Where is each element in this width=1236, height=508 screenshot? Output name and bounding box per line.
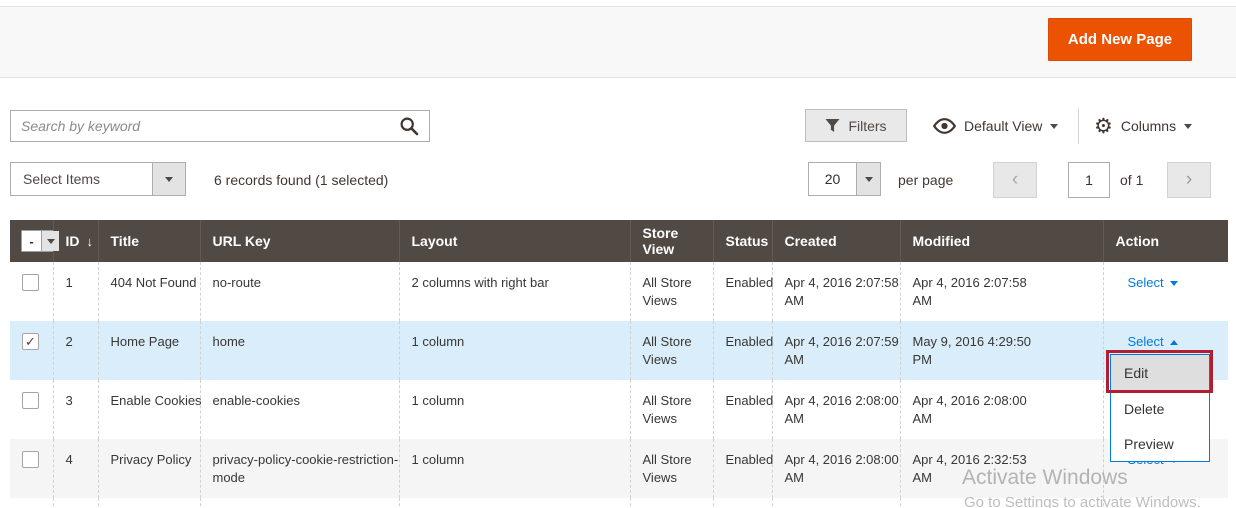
table-row-selected: 2 Home Page home 1 column All Store View… (10, 321, 1228, 380)
column-header-action[interactable]: Action (1103, 220, 1228, 262)
previous-page-button[interactable]: ‹ (993, 162, 1037, 198)
cell-title: Enable Cookies (98, 380, 200, 439)
cell-store-view: All Store Views (630, 380, 713, 439)
table-row: 3 Enable Cookies enable-cookies 1 column… (10, 380, 1228, 439)
cell-id: 2 (53, 321, 98, 380)
chevron-down-icon (865, 177, 873, 182)
cell-layout: 2 columns with right bar (399, 262, 630, 321)
cell-status: Enabled (713, 262, 772, 321)
activate-windows-watermark: Activate Windows (962, 466, 1128, 490)
column-header-modified[interactable]: Modified (900, 220, 1103, 262)
cell-id: 1 (53, 262, 98, 321)
search-icon (399, 116, 419, 136)
per-page-label: per page (898, 172, 953, 188)
cell-status: Enabled (713, 380, 772, 439)
row-checkbox[interactable] (22, 274, 39, 291)
column-header-id[interactable]: ID (53, 220, 98, 262)
cell-modified: Apr 4, 2016 2:08:00 AM (900, 380, 1103, 439)
cell-created: Apr 4, 2016 2:08:00 AM (772, 380, 900, 439)
cell-url-key: no-route (200, 262, 399, 321)
menu-item-delete[interactable]: Delete (1111, 391, 1209, 426)
search-button[interactable] (389, 111, 429, 141)
table-row: 1 404 Not Found no-route 2 columns with … (10, 262, 1228, 321)
menu-item-preview[interactable]: Preview (1111, 426, 1209, 461)
records-summary: 6 records found (1 selected) (214, 172, 388, 188)
cell-id: 3 (53, 380, 98, 439)
cell-url-key: privacy-policy-cookie-restriction-mode (200, 439, 399, 498)
cell-store-view: All Store Views (630, 262, 713, 321)
row-action-select[interactable]: Select (1128, 274, 1178, 292)
next-page-button[interactable]: › (1167, 162, 1211, 198)
column-header-created[interactable]: Created (772, 220, 900, 262)
column-header-title[interactable]: Title (98, 220, 200, 262)
per-page-value: 20 (809, 163, 856, 195)
per-page-caret-button[interactable] (856, 163, 880, 195)
cell-modified: Apr 4, 2016 2:07:58 AM (900, 262, 1103, 321)
cell-url-key: home (200, 321, 399, 380)
cell-created: Apr 4, 2016 2:07:58 AM (772, 262, 900, 321)
cell-title: Privacy Policy (98, 439, 200, 498)
column-header-layout[interactable]: Layout (399, 220, 630, 262)
row-checkbox-checked[interactable] (22, 333, 39, 350)
view-switcher[interactable]: Default View (933, 112, 1058, 140)
eye-icon (933, 118, 956, 134)
per-page-select[interactable]: 20 (808, 162, 881, 196)
columns-label: Columns (1121, 118, 1176, 134)
column-header-store-view[interactable]: Store View (630, 220, 713, 262)
row-action-menu: Edit Delete Preview (1110, 354, 1210, 462)
add-new-page-button[interactable]: Add New Page (1048, 18, 1192, 61)
column-header-status[interactable]: Status (713, 220, 772, 262)
menu-item-edit[interactable]: Edit (1111, 355, 1209, 391)
cell-layout: 1 column (399, 321, 630, 380)
cell-created: Apr 4, 2016 2:07:59 AM (772, 321, 900, 380)
cms-pages-grid-screen: Add New Page Filters Def (0, 0, 1236, 508)
keyword-search (10, 110, 430, 142)
cell-url-key: enable-cookies (200, 380, 399, 439)
select-all-dropdown[interactable] (21, 230, 60, 252)
chevron-up-icon (1170, 340, 1178, 345)
sort-descending-icon (87, 233, 94, 249)
search-input[interactable] (11, 111, 389, 141)
cell-created: Apr 4, 2016 2:08:00 AM (772, 439, 900, 498)
cell-title: 404 Not Found (98, 262, 200, 321)
activate-windows-subtext: Go to Settings to activate Windows. (964, 494, 1201, 508)
cell-modified: May 9, 2016 4:29:50 PM (900, 321, 1103, 380)
cell-status: Enabled (713, 321, 772, 380)
select-all-caret-button[interactable] (41, 231, 59, 251)
row-checkbox[interactable] (22, 451, 39, 468)
select-all-checkbox[interactable] (22, 231, 41, 251)
filter-funnel-icon (825, 118, 840, 133)
cell-store-view: All Store Views (630, 321, 713, 380)
mass-action-label: Select Items (11, 163, 152, 195)
cell-title: Home Page (98, 321, 200, 380)
chevron-down-icon (1184, 124, 1192, 129)
table-header-row: ID Title URL Key Layout Store View Statu… (10, 220, 1228, 262)
cell-store-view: All Store Views (630, 439, 713, 498)
cell-status: Enabled (713, 439, 772, 498)
cms-pages-table: ID Title URL Key Layout Store View Statu… (10, 220, 1228, 508)
filters-button[interactable]: Filters (805, 109, 907, 142)
chevron-down-icon (1050, 124, 1058, 129)
chevron-down-icon (47, 239, 55, 244)
row-action-select-open[interactable]: Select (1128, 333, 1178, 351)
row-checkbox[interactable] (22, 392, 39, 409)
gear-icon: ⚙ (1094, 116, 1113, 137)
page-number-input[interactable] (1068, 162, 1110, 198)
view-label: Default View (964, 118, 1042, 134)
column-header-url-key[interactable]: URL Key (200, 220, 399, 262)
mass-action-caret-button[interactable] (152, 163, 185, 195)
total-pages-label: of 1 (1120, 172, 1143, 188)
toolbar-divider (1078, 108, 1079, 144)
filters-label: Filters (848, 118, 886, 134)
cell-id: 4 (53, 439, 98, 498)
cell-layout: 1 column (399, 380, 630, 439)
chevron-down-icon (1170, 281, 1178, 286)
columns-control[interactable]: ⚙ Columns (1094, 112, 1192, 140)
select-all-header (10, 220, 53, 262)
chevron-down-icon (165, 177, 173, 182)
cell-layout: 1 column (399, 439, 630, 498)
mass-action-select[interactable]: Select Items (10, 162, 186, 196)
